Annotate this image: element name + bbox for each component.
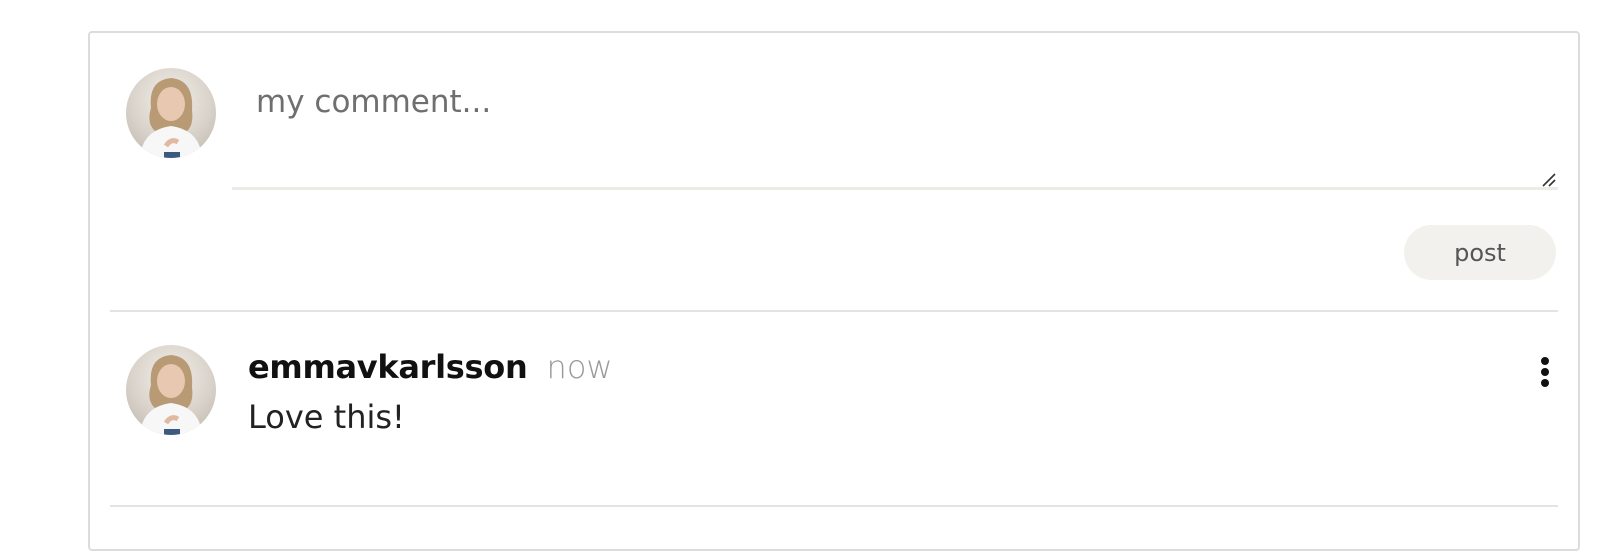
avatar-photo-icon <box>140 355 202 435</box>
post-button[interactable]: post <box>1404 225 1556 280</box>
comment-timestamp: now <box>546 348 613 386</box>
more-vertical-icon[interactable] <box>1530 355 1560 391</box>
comment-header: emmavkarlsson now <box>248 348 613 386</box>
comment-input[interactable] <box>232 72 1558 190</box>
current-user-avatar <box>126 68 216 158</box>
avatar-photo-icon <box>140 78 202 158</box>
comment-text: Love this! <box>248 398 405 436</box>
comment-author-avatar[interactable] <box>126 345 216 435</box>
divider <box>110 310 1558 312</box>
divider <box>110 505 1558 507</box>
comment-author-name[interactable]: emmavkarlsson <box>248 348 528 386</box>
resize-grip-icon[interactable] <box>1540 171 1556 187</box>
